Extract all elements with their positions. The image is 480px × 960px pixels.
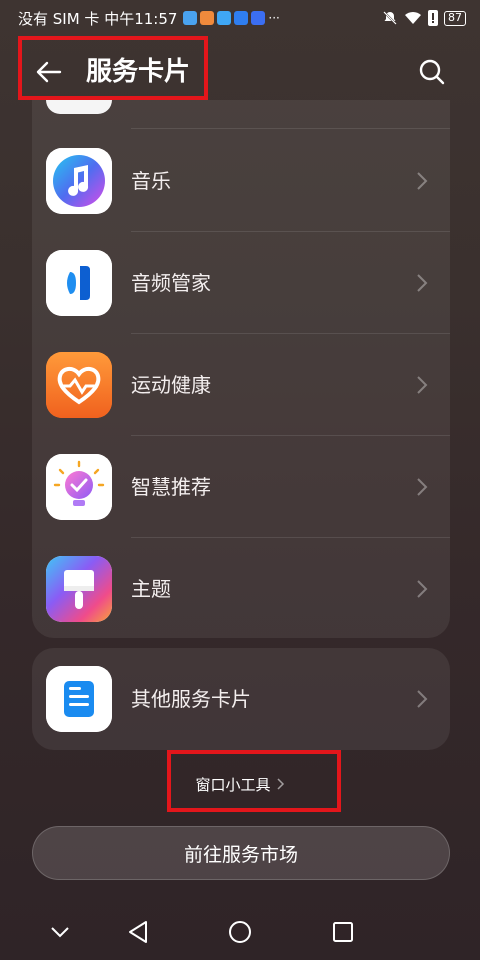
chevron-right-icon <box>417 172 428 190</box>
wifi-icon <box>405 11 421 24</box>
home-circle-icon <box>229 921 251 943</box>
chevron-right-icon <box>417 478 428 496</box>
notification-icon <box>217 11 232 25</box>
notification-icons: ··· <box>183 11 280 25</box>
nav-recent-button[interactable] <box>328 917 358 947</box>
search-icon <box>419 59 445 85</box>
list-item-audio-manager[interactable]: 音频管家 <box>32 232 450 334</box>
chevron-right-icon <box>417 580 428 598</box>
battery-icon: 87 <box>444 10 466 26</box>
notification-icon <box>183 11 198 25</box>
list-item-label: 音频管家 <box>131 271 211 295</box>
nav-home-button[interactable] <box>225 917 255 947</box>
recent-square-icon <box>333 922 353 942</box>
status-bar: 没有 SIM 卡 中午11:57 ··· 87 <box>0 0 480 36</box>
service-card-list: 音乐 音频管家 运动健康 智慧推荐 主题 <box>32 100 450 638</box>
back-triangle-icon <box>129 921 147 943</box>
list-item-theme[interactable]: 主题 <box>32 538 450 638</box>
notification-icon <box>234 11 249 25</box>
status-left: 没有 SIM 卡 中午11:57 ··· <box>18 8 280 29</box>
list-item-smart-recommend[interactable]: 智慧推荐 <box>32 436 450 538</box>
alert-icon <box>428 10 438 26</box>
list-item-label: 其他服务卡片 <box>131 687 251 711</box>
partial-app-icon <box>46 100 112 114</box>
health-icon <box>46 352 112 418</box>
chevron-down-icon <box>51 927 69 938</box>
status-right: 87 <box>382 10 466 26</box>
chevron-right-icon <box>417 274 428 292</box>
other-cards-group: 其他服务卡片 <box>32 648 450 750</box>
smart-recommend-icon <box>46 454 112 520</box>
notification-icon <box>200 11 215 25</box>
carrier-time: 没有 SIM 卡 中午11:57 <box>18 9 178 28</box>
list-item-label: 主题 <box>131 577 171 601</box>
market-button-label: 前往服务市场 <box>183 843 298 866</box>
list-item-other-cards[interactable]: 其他服务卡片 <box>32 648 450 750</box>
mute-bell-icon <box>383 11 397 25</box>
search-button[interactable] <box>414 54 450 90</box>
title-highlight-box <box>18 36 208 100</box>
nav-back-button[interactable] <box>123 917 153 947</box>
collapse-button[interactable] <box>45 917 75 947</box>
audio-manager-icon <box>46 250 112 316</box>
list-item-label: 智慧推荐 <box>131 475 211 499</box>
window-tools-highlight-box <box>167 750 341 812</box>
list-item-health[interactable]: 运动健康 <box>32 334 450 436</box>
list-item-label: 音乐 <box>131 169 171 193</box>
chevron-right-icon <box>417 690 428 708</box>
divider <box>131 128 450 129</box>
other-cards-icon <box>46 666 112 732</box>
music-icon <box>46 148 112 214</box>
list-item-label: 运动健康 <box>131 373 211 397</box>
theme-icon <box>46 556 112 622</box>
chevron-right-icon <box>417 376 428 394</box>
notification-icon <box>251 11 266 25</box>
more-dots-icon: ··· <box>268 11 280 25</box>
navigation-bar <box>0 905 480 960</box>
list-item-music[interactable]: 音乐 <box>32 130 450 232</box>
go-to-service-market-button[interactable]: 前往服务市场 <box>32 826 450 880</box>
